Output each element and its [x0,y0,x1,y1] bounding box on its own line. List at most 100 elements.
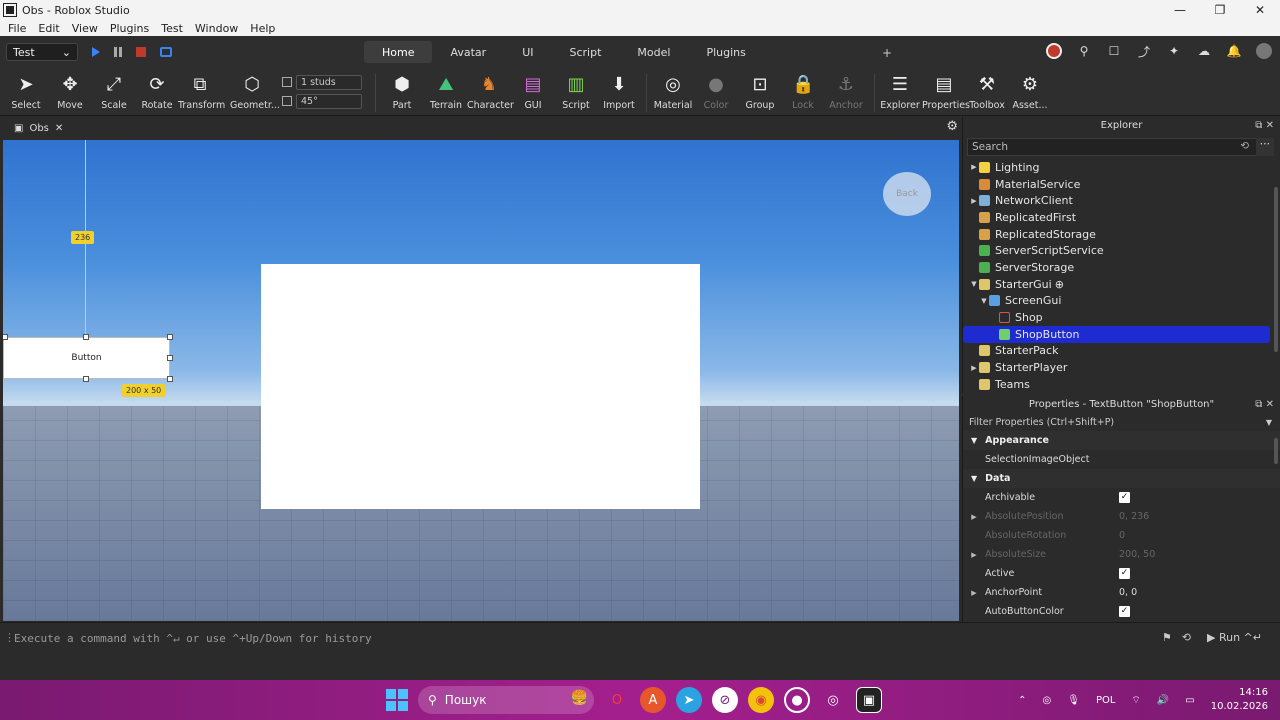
tree-item-starterplayer[interactable]: ▶ StarterPlayer [963,359,1280,376]
volume-icon[interactable]: 🔊 [1157,695,1169,706]
camera-icon[interactable] [160,47,172,57]
tree-item-teams[interactable]: Teams [963,376,1280,393]
autobuttoncolor-checkbox[interactable]: ✓ [1119,606,1130,617]
section-data[interactable]: ▼ Data [963,469,1280,488]
viewport-3d[interactable]: 236 Button 200 x 50 Back [3,140,959,621]
prop-absolutesize[interactable]: ▶ AbsoluteSize 200, 50 [963,545,1280,564]
anchor-tool[interactable]: ⚓ Anchor [824,74,868,111]
expand-arrow-icon[interactable]: ▶ [963,513,985,521]
expand-arrow-icon[interactable]: ▶ [963,589,985,597]
taskbar-search[interactable]: ⚲ Пошук 🍔 [418,686,594,714]
terrain-tool[interactable]: ⛰ Terrain [424,74,468,111]
notification-bell-icon[interactable]: 🔔 [1226,43,1242,59]
share-icon[interactable]: ⤴ [1136,43,1152,59]
resize-handle[interactable] [167,376,173,382]
material-tool[interactable]: ◎ Material [651,74,695,111]
prop-absoluterotation[interactable]: AbsoluteRotation 0 [963,526,1280,545]
explorer-tool[interactable]: ☰ Explorer [878,74,922,111]
shop-frame[interactable] [261,264,700,509]
record-icon[interactable] [1046,43,1062,59]
close-panel-icon[interactable]: ✕ [1266,120,1274,131]
language-indicator[interactable]: POL [1096,695,1115,706]
tab-model[interactable]: Model [619,41,688,63]
resize-handle[interactable] [83,376,89,382]
prop-archivable[interactable]: Archivable ✓ [963,488,1280,507]
gui-tool[interactable]: ▤ GUI [511,74,555,111]
move-snap-checkbox[interactable] [282,77,292,87]
tree-item-shopbutton[interactable]: ShopButton [963,325,1270,343]
tree-item-lighting[interactable]: ▶ Lighting [963,159,1280,176]
resize-handle[interactable] [3,334,8,340]
prop-selectionimageobject[interactable]: SelectionImageObject [963,450,1280,469]
tree-item-replicatedstorage[interactable]: ReplicatedStorage [963,226,1280,243]
resize-handle[interactable] [83,334,89,340]
prop-value[interactable]: 0, 0 [1119,587,1137,598]
expand-arrow-icon[interactable]: ▼ [979,297,989,305]
add-tab-button[interactable]: + [882,46,892,60]
color-tool[interactable]: ● Color [694,74,738,111]
user-avatar[interactable] [1256,43,1272,59]
cloud-icon[interactable]: ☁ [1196,43,1212,59]
history-icon[interactable]: ⟲ [1240,140,1249,152]
filter-properties-input[interactable]: Filter Properties (Ctrl+Shift+P) ▼ [963,414,1280,431]
tree-item-materialservice[interactable]: MaterialService [963,176,1280,193]
roblox-studio-icon[interactable]: ▣ [856,687,882,713]
more-options-icon[interactable]: ⋯ [1256,138,1274,156]
transform-tool[interactable]: ⧉ Transform [178,74,225,111]
tab-avatar[interactable]: Avatar [432,41,504,63]
tree-item-starterpack[interactable]: StarterPack [963,343,1280,360]
mode-select[interactable]: Test ⌄ [6,43,78,61]
toolbox-tool[interactable]: ⚒ Toolbox [965,74,1009,111]
tab-home[interactable]: Home [364,41,433,63]
prop-active[interactable]: Active ✓ [963,564,1280,583]
tab-plugins[interactable]: Plugins [688,41,763,63]
close-tab-icon[interactable]: ✕ [55,123,63,134]
menu-edit[interactable]: Edit [32,22,65,35]
resize-handle[interactable] [167,355,173,361]
explorer-search-input[interactable]: Search ⟲ ⋯ [967,138,1274,156]
tab-ui[interactable]: UI [504,41,551,63]
close-panel-icon[interactable]: ✕ [1266,399,1274,410]
expand-arrow-icon[interactable]: ▶ [969,364,979,372]
roblox-icon[interactable]: ◎ [820,687,846,713]
menu-file[interactable]: File [2,22,32,35]
tree-item-shop[interactable]: Shop [963,309,1280,326]
properties-scrollbar[interactable] [1274,438,1278,464]
menu-view[interactable]: View [66,22,104,35]
history-icon[interactable]: ⟲ [1182,631,1191,644]
tree-item-replicatedfirst[interactable]: ReplicatedFirst [963,209,1280,226]
menu-help[interactable]: Help [244,22,281,35]
viewport-settings-gear-icon[interactable]: ⚙ [946,119,958,134]
geometry-tool[interactable]: ⬡ Geometr... [230,74,280,111]
group-tool[interactable]: ⊡ Group [738,74,782,111]
microphone-icon[interactable]: 🎙 [1067,695,1080,706]
back-button-preview[interactable]: Back [883,172,931,216]
chevron-up-icon[interactable]: ⌃ [1018,695,1026,706]
command-input[interactable]: Execute a command with ^↵ or use ^+Up/Do… [14,632,372,645]
resize-handle[interactable] [167,334,173,340]
tree-item-screengui[interactable]: ▼ ScreenGui [963,293,1280,310]
maximize-button[interactable]: ❐ [1200,3,1240,17]
tree-item-startergui[interactable]: ▼ StarterGui ⊕ [963,276,1280,293]
prop-autobuttoncolor[interactable]: AutoButtonColor ✓ [963,602,1280,621]
scale-tool[interactable]: ⤢ Scale [92,74,136,111]
chrome-icon[interactable]: ◉ [748,687,774,713]
select-tool[interactable]: ➤ Select [4,74,48,111]
prop-absoluteposition[interactable]: ▶ AbsolutePosition 0, 236 [963,507,1280,526]
minimize-button[interactable]: — [1160,3,1200,17]
expand-arrow-icon[interactable]: ▶ [969,163,979,171]
add-object-icon[interactable]: ⊕ [1055,278,1064,291]
close-window-button[interactable]: ✕ [1240,3,1280,17]
add-friend-icon[interactable]: ⚲ [1076,43,1092,59]
battery-icon[interactable]: ▭ [1185,695,1194,706]
rotate-tool[interactable]: ⟳ Rotate [135,74,179,111]
vpn-icon[interactable]: ◎ [1043,695,1052,706]
explorer-scrollbar[interactable] [1274,187,1278,352]
obs-icon[interactable]: ● [784,687,810,713]
windows-start-icon[interactable] [386,689,408,711]
tree-item-serverscriptservice[interactable]: ServerScriptService [963,242,1280,259]
script-tool[interactable]: ▥ Script [554,74,598,111]
stop-icon[interactable] [136,47,146,57]
archivable-checkbox[interactable]: ✓ [1119,492,1130,503]
pause-icon[interactable] [114,47,122,57]
